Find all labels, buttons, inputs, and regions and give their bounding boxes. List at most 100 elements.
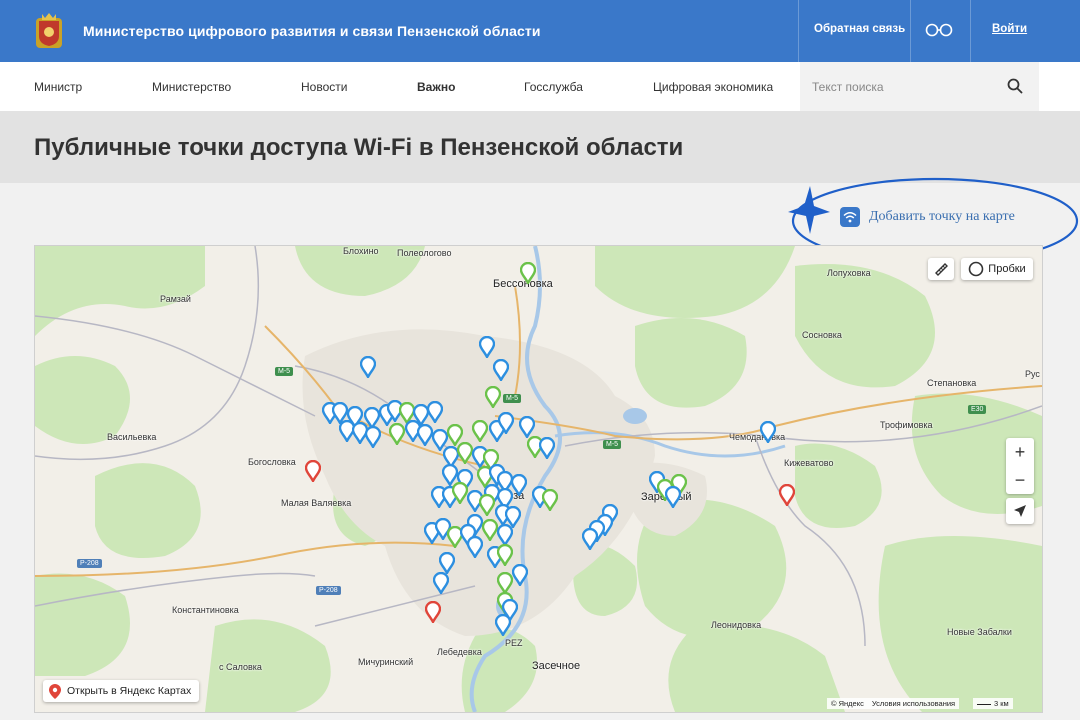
place-label: Засечное	[532, 660, 581, 672]
place-label: Лебедевка	[437, 647, 482, 657]
blue-wifi-marker-icon[interactable]	[519, 416, 535, 438]
green-wifi-marker-icon[interactable]	[472, 420, 488, 442]
green-wifi-marker-icon[interactable]	[485, 386, 501, 408]
add-point-button[interactable]: Добавить точку на карте	[840, 207, 1015, 227]
geolocation-button[interactable]	[1006, 498, 1034, 524]
blue-wifi-marker-icon[interactable]	[365, 426, 381, 448]
location-arrow-icon	[1014, 505, 1026, 517]
blue-wifi-marker-icon[interactable]	[511, 474, 527, 496]
red-wifi-marker-icon[interactable]	[779, 484, 795, 506]
green-wifi-marker-icon[interactable]	[520, 262, 536, 284]
blue-wifi-marker-icon[interactable]	[539, 437, 555, 459]
place-label: с Саловка	[219, 662, 262, 672]
place-label: Богословка	[248, 457, 296, 467]
nav-item-important[interactable]: Важно	[417, 80, 455, 94]
zoom-control: + −	[1006, 438, 1034, 494]
zoom-in-button[interactable]: +	[1006, 438, 1034, 466]
place-label: Константиновка	[172, 605, 239, 615]
place-label: PEZ	[505, 638, 523, 648]
green-wifi-marker-icon[interactable]	[482, 519, 498, 541]
blue-wifi-marker-icon[interactable]	[582, 528, 598, 550]
add-point-label: Добавить точку на карте	[869, 209, 1015, 224]
scale-label: 3 км	[994, 699, 1009, 708]
map-scale: 3 км	[973, 698, 1013, 709]
green-wifi-marker-icon[interactable]	[457, 442, 473, 464]
open-in-yandex-label: Открыть в Яндекс Картах	[67, 685, 192, 697]
road-badge: М-5	[503, 394, 522, 403]
green-wifi-marker-icon[interactable]	[452, 482, 468, 504]
blue-wifi-marker-icon[interactable]	[760, 421, 776, 443]
map-tiles[interactable]	[35, 246, 1042, 712]
blue-wifi-marker-icon[interactable]	[495, 614, 511, 636]
place-label: Рамзай	[160, 294, 191, 304]
place-label: Степановка	[927, 378, 977, 388]
blue-wifi-marker-icon[interactable]	[433, 572, 449, 594]
search-input[interactable]	[810, 72, 1004, 102]
terms-link[interactable]: Условия использования	[872, 699, 955, 708]
accessibility-glasses-icon[interactable]	[925, 22, 953, 38]
road-badge: М-5	[275, 367, 294, 376]
nav-item-civil-service[interactable]: Госслужба	[524, 80, 583, 94]
blue-wifi-marker-icon[interactable]	[427, 401, 443, 423]
nav-item-news[interactable]: Новости	[301, 80, 347, 94]
blue-wifi-marker-icon[interactable]	[498, 412, 514, 434]
map-copyright: © Яндекс Условия использования	[827, 698, 960, 709]
place-label: Кижеватово	[784, 458, 834, 468]
blue-wifi-marker-icon[interactable]	[439, 552, 455, 574]
blue-wifi-marker-icon[interactable]	[417, 424, 433, 446]
nav-item-minister[interactable]: Министр	[34, 80, 82, 94]
open-in-yandex-maps-button[interactable]: Открыть в Яндекс Картах	[43, 680, 200, 702]
header-divider	[970, 0, 971, 62]
red-wifi-marker-icon[interactable]	[305, 460, 321, 482]
traffic-label: Пробки	[988, 263, 1026, 275]
green-wifi-marker-icon[interactable]	[389, 423, 405, 445]
top-header: Министерство цифрового развития и связи …	[0, 0, 1080, 62]
place-label: Малая Валяевка	[281, 498, 352, 508]
green-wifi-marker-icon[interactable]	[479, 494, 495, 516]
place-label: Васильевка	[107, 432, 157, 442]
ruler-icon	[935, 263, 948, 276]
place-label: Блохино	[343, 246, 379, 256]
traffic-button[interactable]: Пробки	[961, 258, 1033, 280]
blue-wifi-marker-icon[interactable]	[479, 336, 495, 358]
wifi-map[interactable]: Блохино Полеологово Бессоновка Рамзай Ло…	[34, 245, 1043, 713]
road-badge: E30	[968, 405, 987, 414]
blue-wifi-marker-icon[interactable]	[467, 536, 483, 558]
blue-wifi-marker-icon[interactable]	[497, 524, 513, 546]
road-badge: Р-208	[77, 559, 102, 568]
wifi-icon	[840, 207, 860, 227]
place-label: Новые Забалки	[947, 627, 1012, 637]
org-title[interactable]: Министерство цифрового развития и связи …	[83, 23, 541, 39]
place-label: Сосновка	[802, 330, 842, 340]
blue-wifi-marker-icon[interactable]	[360, 356, 376, 378]
green-wifi-marker-icon[interactable]	[542, 489, 558, 511]
feedback-link[interactable]: Обратная связь	[814, 23, 905, 35]
search-icon[interactable]	[1007, 78, 1023, 94]
place-label: Рус	[1025, 369, 1040, 379]
map-pin-icon	[49, 683, 61, 699]
green-wifi-marker-icon[interactable]	[497, 544, 513, 566]
place-label: Чемодановка	[729, 432, 786, 442]
traffic-icon	[968, 261, 984, 277]
header-divider	[798, 0, 799, 62]
header-divider	[910, 0, 911, 62]
place-label: Лопуховка	[827, 268, 871, 278]
road-badge: Р-208	[316, 586, 341, 595]
coat-of-arms-icon[interactable]	[34, 12, 64, 50]
red-wifi-marker-icon[interactable]	[425, 601, 441, 623]
blue-wifi-marker-icon[interactable]	[493, 359, 509, 381]
blue-wifi-marker-icon[interactable]	[512, 564, 528, 586]
nav-item-digital-economy[interactable]: Цифровая экономика	[653, 80, 773, 94]
ruler-button[interactable]	[928, 258, 954, 280]
place-label: Леонидовка	[711, 620, 762, 630]
copyright-text: © Яндекс	[831, 699, 864, 708]
search-box	[800, 62, 1039, 111]
login-link[interactable]: Войти	[992, 23, 1027, 35]
blue-wifi-marker-icon[interactable]	[665, 486, 681, 508]
page-title: Публичные точки доступа Wi-Fi в Пензенск…	[34, 134, 684, 161]
place-label: Полеологово	[397, 248, 452, 258]
nav-item-ministry[interactable]: Министерство	[152, 80, 231, 94]
place-label: Мичуринский	[358, 657, 414, 667]
zoom-out-button[interactable]: −	[1006, 466, 1034, 494]
green-wifi-marker-icon[interactable]	[497, 572, 513, 594]
